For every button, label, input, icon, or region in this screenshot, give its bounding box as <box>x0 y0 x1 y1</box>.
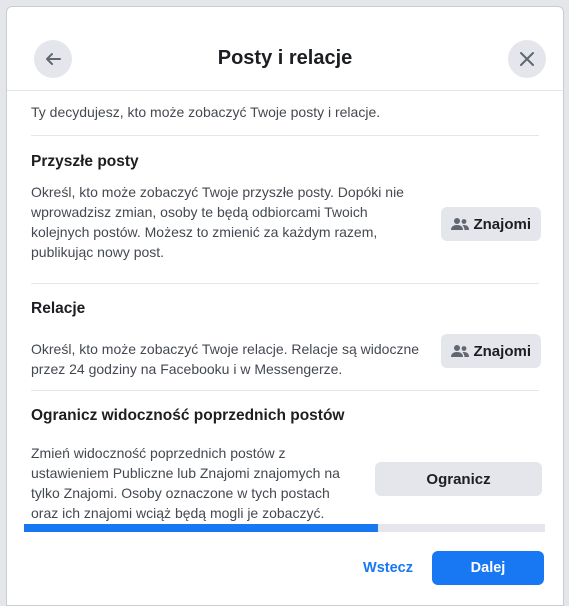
desc-line: Określ, kto może zobaczyć Twoje relacje.… <box>31 341 420 357</box>
future-posts-description: Określ, kto może zobaczyć Twoje przyszłe… <box>31 182 404 262</box>
intro-text: Ty decydujesz, kto może zobaczyć Twoje p… <box>31 104 381 120</box>
dialog-header: Posty i relacje <box>7 7 563 91</box>
desc-line: Zmień widoczność poprzednich postów z <box>31 445 286 461</box>
limit-past-posts-title: Ogranicz widoczność poprzednich postów <box>31 407 345 424</box>
stories-audience-button[interactable]: Znajomi <box>441 334 541 368</box>
limit-past-posts-description: Zmień widoczność poprzednich postów z us… <box>31 443 340 523</box>
stories-description: Określ, kto może zobaczyć Twoje relacje.… <box>31 339 419 379</box>
desc-line: tylko Znajomi. Osoby oznaczone w tych po… <box>31 485 330 501</box>
audience-label: Znajomi <box>473 215 531 233</box>
desc-line: przez 24 godziny na Facebooku i w Messen… <box>31 361 343 377</box>
privacy-dialog: Posty i relacje Ty decydujesz, kto może … <box>6 6 564 606</box>
desc-line: kolejnych postów. Możesz to zmienić za k… <box>31 224 378 240</box>
future-posts-audience-button[interactable]: Znajomi <box>441 207 541 241</box>
next-button[interactable]: Dalej <box>432 551 544 585</box>
dialog-title: Posty i relacje <box>217 47 353 69</box>
divider <box>31 390 539 391</box>
desc-line: ustawieniem Publiczne lub Znajomi znajom… <box>31 465 340 481</box>
future-posts-title: Przyszłe posty <box>31 153 139 170</box>
desc-line: Określ, kto może zobaczyć Twoje przyszłe… <box>31 184 404 200</box>
audience-label: Znajomi <box>473 342 531 360</box>
close-icon <box>520 52 534 66</box>
progress-bar <box>24 524 545 532</box>
limit-button[interactable]: Ogranicz <box>375 462 542 496</box>
stories-title: Relacje <box>31 300 86 317</box>
friends-icon <box>451 345 470 357</box>
progress-fill <box>24 524 379 532</box>
desc-line: wprowadzisz zmian, osoby te będą odbiorc… <box>31 204 368 220</box>
back-link-button[interactable]: Wstecz <box>362 551 414 585</box>
desc-line: publikując nowy post. <box>31 244 165 260</box>
friends-icon <box>451 218 470 230</box>
desc-line: oraz ich znajomi wciąż będą mogli je zob… <box>31 505 325 521</box>
close-button[interactable] <box>508 40 546 78</box>
divider <box>31 283 539 284</box>
divider <box>31 135 539 136</box>
